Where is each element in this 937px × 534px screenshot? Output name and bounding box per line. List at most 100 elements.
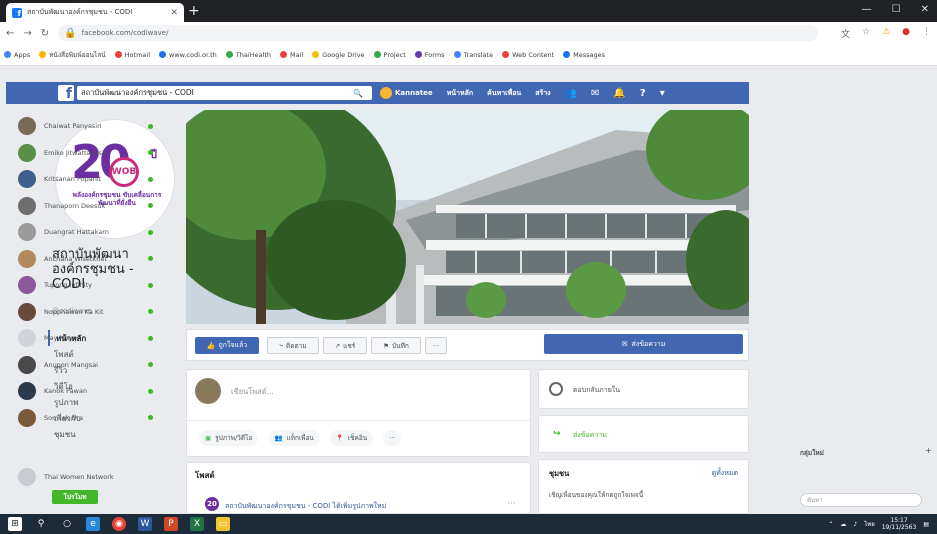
chat-contact[interactable]: Duangrat Hattakarn <box>18 223 153 241</box>
bookmark-item[interactable]: ThaiHealth <box>225 51 271 59</box>
profile-icon[interactable]: ● <box>902 27 910 40</box>
chrome-icon[interactable]: ◉ <box>112 517 126 531</box>
community-see-all-link[interactable]: ดูทั้งหมด <box>712 468 738 479</box>
bookmark-item[interactable]: Messages <box>563 51 605 59</box>
promote-button[interactable]: โปรโมท <box>52 490 98 504</box>
nav-profile[interactable]: Kannatee <box>380 87 433 99</box>
volume-icon[interactable]: ♪ <box>853 521 857 528</box>
word-icon[interactable]: W <box>138 517 152 531</box>
notifications-icon[interactable]: 🔔 <box>613 88 625 99</box>
bookmark-item[interactable]: Project <box>373 51 406 59</box>
search-icon[interactable]: ⚲ <box>34 517 48 531</box>
file-explorer-icon[interactable]: ▭ <box>216 517 230 531</box>
posts-card: โพสต์ 20 สถาบันพัฒนาองค์กรชุมชน - CODI ไ… <box>186 462 531 514</box>
bookmark-item[interactable]: หนังสือพิมพ์ออนไลน์ <box>39 50 106 60</box>
bookmark-item[interactable]: Apps <box>4 51 30 59</box>
message-card[interactable]: ↪ ส่งข้อความ <box>538 415 749 453</box>
like-label: ถูกใจแล้ว <box>218 341 248 349</box>
powerpoint-icon[interactable]: P <box>164 517 178 531</box>
chat-contact[interactable]: Thanaporn Deesuk <box>18 196 153 215</box>
tag-friends-button[interactable]: 👥 แท็กเพื่อน <box>268 430 320 446</box>
cover-photo[interactable] <box>186 110 749 324</box>
facebook-logo-icon[interactable]: f <box>58 85 74 101</box>
menu-icon[interactable]: ⋮ <box>922 27 931 40</box>
photo-video-button[interactable]: ▣ รูปภาพ/วิดีโอ <box>199 430 259 446</box>
new-tab-button[interactable]: + <box>188 4 200 18</box>
chat-contact[interactable]: May Maye <box>18 329 153 347</box>
chat-contact[interactable]: Kanok Pawan <box>18 382 153 400</box>
bookmark-item[interactable]: Mail <box>280 51 303 59</box>
lock-icon: 🔒 <box>64 27 77 39</box>
start-icon[interactable]: ⊞ <box>8 517 22 531</box>
messenger-icon[interactable]: ✉ <box>591 88 599 99</box>
bookmark-item[interactable]: Hotmail <box>114 51 150 59</box>
close-tab-icon[interactable]: ✕ <box>170 8 178 18</box>
nav-find-friends[interactable]: ค้นหาเพื่อน <box>487 88 521 99</box>
notifications-center-icon[interactable]: ▤ <box>923 521 929 528</box>
bookmark-item[interactable]: Google Drive <box>312 51 365 59</box>
chat-search-input[interactable]: ค้นหา <box>800 493 922 507</box>
chat-contact[interactable]: Emiko Jitwattanasiri <box>18 143 153 162</box>
back-icon[interactable]: ← <box>6 28 14 39</box>
chat-contact[interactable]: Anchana Wisetkhet <box>18 249 153 268</box>
nav-create[interactable]: สร้าง <box>535 88 550 99</box>
input-language[interactable]: ไทย <box>864 519 875 529</box>
save-button[interactable]: ⚑ บันทึก <box>371 337 421 354</box>
more-button[interactable]: ··· <box>425 337 447 354</box>
page-nav-community[interactable]: ชุมชน <box>48 426 176 442</box>
help-icon[interactable]: ? <box>640 88 646 99</box>
bookmark-favicon-icon <box>312 51 320 58</box>
post-author-line[interactable]: สถาบันพัฒนาองค์กรชุมชน - CODI ได้เพิ่มรู… <box>225 501 386 512</box>
bookmark-icon: ⚑ <box>383 341 390 350</box>
create-group-button[interactable]: + <box>925 446 932 455</box>
send-message-button[interactable]: ✉ ส่งข้อความ <box>544 334 743 354</box>
edge-icon[interactable]: e <box>86 517 100 531</box>
community-invite-row[interactable]: เชิญเพื่อนของคุณให้กดถูกใจเพจนี้ <box>549 490 643 500</box>
chat-group-item[interactable]: Thai Women Network <box>18 468 153 486</box>
post-options-button[interactable]: ··· <box>507 499 516 509</box>
bookmarks-bar: Apps หนังสือพิมพ์ออนไลน์ Hotmail www.codi.o… <box>0 44 937 66</box>
avatar <box>18 408 36 427</box>
chat-contact[interactable]: Somsak Ura <box>18 408 153 427</box>
warning-icon[interactable]: ⚠ <box>882 27 890 40</box>
bookmark-item[interactable]: Forms <box>414 51 445 59</box>
forward-icon[interactable]: → <box>23 28 31 39</box>
chat-contact[interactable]: Tupong Infinity <box>18 276 153 294</box>
check-in-button[interactable]: 📍 เช็คอิน <box>329 430 374 446</box>
chat-contact[interactable]: Kritsanan Popanit <box>18 170 153 188</box>
search-icon[interactable]: 🔍 <box>348 89 368 98</box>
chat-contact-name: Anupon Mangsai <box>44 360 98 369</box>
tag-friends-icon: 👥 <box>274 434 283 442</box>
bookmark-item[interactable]: www.codi.or.th <box>159 51 217 59</box>
translate-icon[interactable]: 文 <box>841 27 850 40</box>
excel-icon[interactable]: X <box>190 517 204 531</box>
chat-contact[interactable]: Chaiwat Panyasiri <box>18 117 153 135</box>
bookmark-star-icon[interactable]: ☆ <box>862 27 870 40</box>
network-icon[interactable]: ☁ <box>840 521 846 528</box>
chat-contact[interactable]: Anupon Mangsai <box>18 355 153 374</box>
friend-requests-icon[interactable]: 👥 <box>565 88 577 99</box>
follow-button[interactable]: ⤷ ติดตาม <box>267 337 319 354</box>
bookmark-item[interactable]: Translate <box>453 51 493 59</box>
facebook-search-input[interactable]: สถาบันพัฒนาองค์กรชุมชน - CODI 🔍 <box>77 86 372 100</box>
chat-contact[interactable]: Nopphawan Ka Kit <box>18 302 153 321</box>
show-hidden-icons-icon[interactable]: ⌃ <box>828 521 833 528</box>
bookmark-item[interactable]: Web Content <box>502 51 554 59</box>
close-window-icon[interactable]: ✕ <box>921 4 929 15</box>
composer-more-button[interactable]: ··· <box>383 430 402 446</box>
composer-input[interactable]: เขียนโพสต์... <box>231 386 274 398</box>
system-clock[interactable]: 15:17 19/11/2563 <box>882 517 917 531</box>
task-view-icon[interactable]: ○ <box>60 517 74 531</box>
browser-tab[interactable]: f สถาบันพัฒนาองค์กรชุมชน - CODI ✕ <box>6 3 184 22</box>
nav-home[interactable]: หน้าหลัก <box>447 88 473 99</box>
share-button[interactable]: ↗ แชร์ <box>323 337 367 354</box>
like-page-button[interactable]: 👍 ถูกใจแล้ว <box>195 337 259 354</box>
reload-icon[interactable]: ↻ <box>41 28 49 39</box>
check-in-label: เช็คอิน <box>347 434 368 442</box>
minimize-icon[interactable]: — <box>862 4 872 15</box>
maximize-icon[interactable]: ☐ <box>892 4 901 15</box>
cover-photo-illustration <box>186 110 749 324</box>
account-menu-icon[interactable]: ▾ <box>660 88 665 99</box>
bookmark-label: Mail <box>290 50 304 59</box>
address-bar[interactable]: 🔒 facebook.com/codiwave/ <box>58 25 819 41</box>
